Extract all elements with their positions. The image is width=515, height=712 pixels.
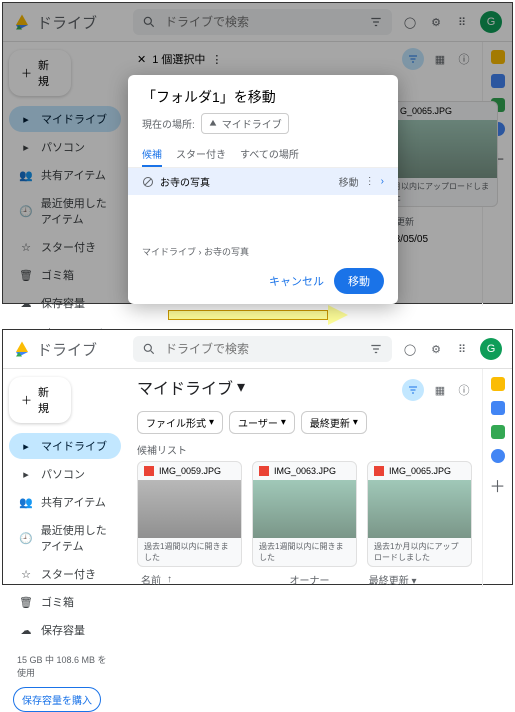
storage-info: 15 GB 中 108.6 MB を使用	[9, 653, 121, 679]
app-name: ドライブ	[37, 339, 97, 360]
sidebar-item-storage[interactable]: ☁保存容量	[9, 617, 121, 643]
chip-filetype[interactable]: ファイル形式▾	[137, 411, 223, 434]
chevron-down-icon: ▾	[353, 417, 358, 428]
chevron-down-icon: ▾	[281, 417, 286, 428]
new-button[interactable]: ＋ 新規	[9, 377, 71, 423]
dialog-folder-item[interactable]: お寺の写真 移動 ⋮ ›	[128, 168, 398, 195]
people-icon: 👥	[19, 495, 33, 509]
thumb-0[interactable]: IMG_0059.JPG 過去1週間以内に開きました	[137, 461, 242, 567]
dialog-loc-label: 現在の場所:	[142, 116, 195, 131]
rail-tasks-icon[interactable]	[491, 425, 505, 439]
blocked-icon	[142, 176, 154, 188]
dialog-location[interactable]: マイドライブ	[201, 113, 289, 134]
dialog-breadcrumb: マイドライブ › お寺の写真	[128, 195, 398, 264]
search-input[interactable]	[165, 342, 360, 356]
col-name-header[interactable]: 名前 ↑	[141, 572, 280, 587]
thumb-2[interactable]: IMG_0065.JPG 過去1か月以内にアップロードしました	[367, 461, 472, 567]
apps-icon[interactable]: ⠿	[454, 341, 470, 357]
sidebar-item-computers[interactable]: ▸パソコン	[9, 461, 121, 487]
grid-view-icon[interactable]: ▦	[432, 382, 448, 398]
drive-logo[interactable]: ドライブ	[13, 339, 123, 360]
drive-icon: ▸	[19, 439, 33, 453]
sidebar-item-shared[interactable]: 👥共有アイテム	[9, 489, 121, 515]
dialog-tab-suggest[interactable]: 候補	[142, 142, 162, 167]
star-icon: ☆	[19, 567, 33, 581]
thumbnail-image	[138, 480, 241, 538]
chevron-down-icon: ▾	[209, 417, 214, 428]
trash-icon: 🗑	[19, 595, 33, 609]
thumbnail-image	[253, 480, 356, 538]
col-owner-header[interactable]: オーナー	[290, 572, 359, 587]
dialog-move-button[interactable]: 移動	[334, 268, 384, 294]
chip-date[interactable]: 最終更新▾	[301, 411, 367, 434]
chevron-down-icon: ▾	[237, 377, 245, 397]
sidebar-item-starred[interactable]: ☆スター付き	[9, 561, 121, 587]
section-label: 候補リスト	[137, 442, 472, 457]
more-icon[interactable]: ⋮	[365, 176, 375, 187]
dialog-title: 「フォルダ1」を移動	[128, 87, 398, 113]
page-title[interactable]: マイドライブ ▾	[137, 375, 245, 399]
rail-add-icon[interactable]: ＋	[489, 473, 505, 497]
search-icon	[141, 341, 157, 357]
filter-toggle[interactable]	[402, 379, 424, 401]
image-icon	[259, 466, 269, 476]
filter-icon[interactable]	[368, 341, 384, 357]
new-button-label: 新規	[38, 384, 59, 416]
computer-icon: ▸	[19, 467, 33, 481]
settings-icon[interactable]: ⚙	[428, 341, 444, 357]
clock-icon: 🕘	[19, 531, 33, 545]
dialog-tab-starred[interactable]: スター付き	[176, 142, 226, 167]
cloud-icon: ☁	[19, 623, 33, 637]
image-icon	[374, 466, 384, 476]
image-icon	[144, 466, 154, 476]
rail-calendar-icon[interactable]	[491, 401, 505, 415]
col-date-header[interactable]: 最終更新 ▾	[369, 572, 438, 587]
plus-icon: ＋	[21, 392, 32, 408]
rail-keep-icon[interactable]	[491, 377, 505, 391]
avatar[interactable]: G	[480, 338, 502, 360]
dialog-tab-all[interactable]: すべての場所	[240, 142, 299, 167]
dialog-cancel-button[interactable]: キャンセル	[269, 273, 324, 289]
search-bar[interactable]	[133, 336, 392, 362]
info-icon[interactable]: ⓘ	[456, 382, 472, 398]
chevron-right-icon[interactable]: ›	[381, 176, 384, 187]
buy-storage-button[interactable]: 保存容量を購入	[13, 687, 101, 712]
arrow-up-icon: ↑	[167, 574, 172, 585]
chip-user[interactable]: ユーザー▾	[229, 411, 295, 434]
thumbnail-image	[368, 480, 471, 538]
help-icon[interactable]: ◯	[402, 341, 418, 357]
sidebar-item-trash[interactable]: 🗑ゴミ箱	[9, 589, 121, 615]
move-dialog: 「フォルダ1」を移動 現在の場所: マイドライブ 候補 スター付き すべての場所…	[128, 75, 398, 304]
thumb-1[interactable]: IMG_0063.JPG 過去1週間以内に開きました	[252, 461, 357, 567]
sidebar-item-mydrive[interactable]: ▸マイドライブ	[9, 433, 121, 459]
sidebar-item-recent[interactable]: 🕘最近使用したアイテム	[9, 517, 121, 559]
rail-contacts-icon[interactable]	[491, 449, 505, 463]
